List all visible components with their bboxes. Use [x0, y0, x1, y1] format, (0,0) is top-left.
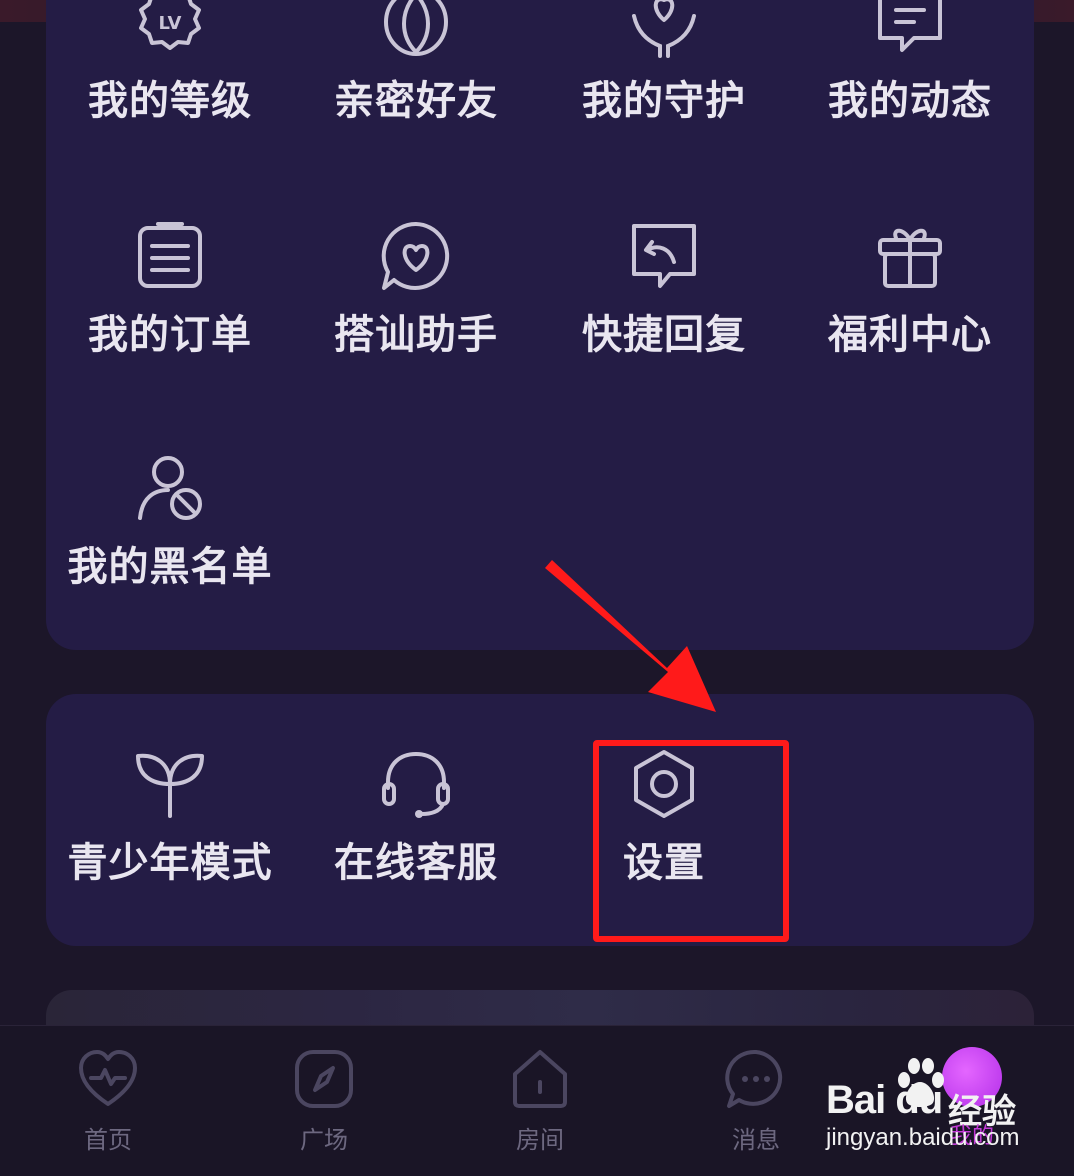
menu-label: 我的黑名单	[67, 544, 273, 590]
menu-item-guardian[interactable]: 我的守护	[540, 0, 788, 216]
menu-item-quick-reply[interactable]: 快捷回复	[540, 220, 788, 450]
blocked-user-icon	[138, 456, 202, 520]
avatar[interactable]	[942, 1047, 1002, 1107]
menu-item-blacklist[interactable]: 我的黑名单	[46, 452, 294, 682]
menu-item-orders[interactable]: 我的订单	[46, 220, 294, 450]
nav-label: 房间	[516, 1126, 564, 1154]
nav-messages[interactable]: 消息	[686, 1048, 826, 1158]
level-badge-icon: LV	[139, 0, 201, 50]
menu-label: 我的动态	[828, 78, 992, 124]
menu-item-intimate-friends[interactable]: 亲密好友	[292, 0, 540, 216]
menu-label: 快捷回复	[582, 312, 746, 358]
menu-item-level[interactable]: LV 我的等级	[46, 0, 294, 216]
sprout-icon	[136, 753, 204, 818]
menu-label: 我的订单	[88, 312, 252, 358]
nav-room[interactable]: 房间	[470, 1048, 610, 1158]
settings-highlight-box	[593, 740, 789, 942]
svg-text:LV: LV	[159, 13, 182, 34]
order-list-icon	[138, 222, 202, 288]
chat-heart-icon	[381, 221, 450, 290]
bottom-nav: 首页 广场 房间 消息	[0, 1025, 1074, 1176]
menu-item-customer-service[interactable]: 在线客服	[292, 748, 540, 978]
menu-item-welfare[interactable]: 福利中心	[786, 220, 1034, 450]
nav-home[interactable]: 首页	[38, 1048, 178, 1158]
menu-label: 我的守护	[582, 78, 746, 124]
headset-icon	[382, 751, 450, 818]
message-bubble-icon	[725, 1049, 783, 1108]
nav-label: 广场	[300, 1126, 348, 1154]
intimate-friends-icon	[384, 0, 448, 56]
menu-item-teen-mode[interactable]: 青少年模式	[46, 748, 294, 978]
nav-label: 首页	[84, 1126, 132, 1154]
menu-label: 我的等级	[88, 78, 252, 124]
menu-item-chat-helper[interactable]: 搭讪助手	[292, 220, 540, 450]
compass-icon	[295, 1050, 353, 1108]
menu-item-feed[interactable]: 我的动态	[786, 0, 1034, 216]
heart-pulse-icon	[79, 1050, 137, 1106]
guardian-heart-icon	[632, 0, 696, 58]
menu-label: 在线客服	[334, 840, 498, 886]
house-icon	[513, 1050, 567, 1108]
menu-label: 搭讪助手	[334, 312, 498, 358]
feed-note-icon	[878, 0, 942, 52]
menu-label: 福利中心	[828, 312, 992, 358]
menu-label: 亲密好友	[334, 78, 498, 124]
gift-icon	[878, 228, 942, 288]
menu-label: 青少年模式	[67, 840, 273, 886]
nav-label: 消息	[732, 1126, 780, 1154]
nav-square[interactable]: 广场	[254, 1048, 394, 1158]
quick-reply-icon	[632, 224, 696, 288]
